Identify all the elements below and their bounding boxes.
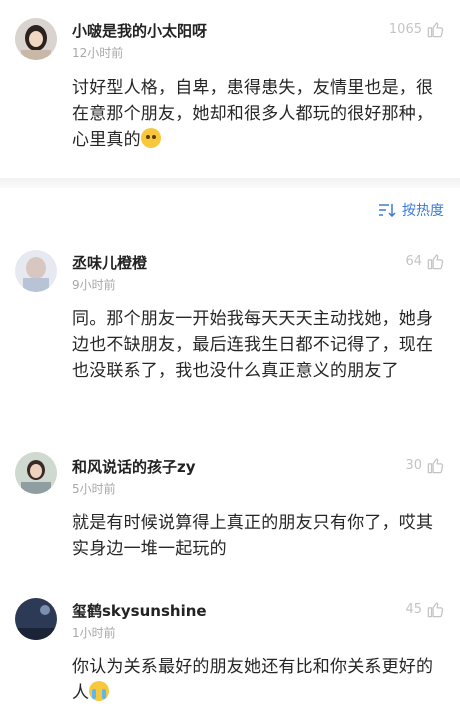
like-button[interactable]: 1065 [389, 20, 445, 39]
comment-text: 讨好型人格，自卑，患得患失，友情里也是，很在意那个朋友，她却和很多人都玩的很好那… [72, 78, 434, 150]
thumbs-up-icon [427, 254, 444, 270]
crying-emoji [89, 681, 110, 701]
timestamp: 12小时前 [72, 46, 124, 60]
username[interactable]: 和风说话的孩子zy [72, 456, 196, 477]
timestamp: 1小时前 [72, 626, 116, 640]
avatar[interactable] [15, 18, 57, 60]
thumbs-up-icon [427, 602, 444, 618]
timestamp: 5小时前 [72, 482, 116, 496]
timestamp: 9小时前 [72, 278, 116, 292]
like-button[interactable]: 64 [405, 252, 445, 271]
rolling-eyes-emoji [140, 128, 161, 148]
username[interactable]: 小啵是我的小太阳呀 [72, 20, 207, 41]
avatar[interactable] [15, 452, 57, 494]
sort-label: 按热度 [402, 203, 444, 219]
like-button[interactable]: 30 [405, 456, 445, 475]
username[interactable]: 玺鹤skysunshine [72, 600, 207, 621]
section-divider [0, 178, 460, 188]
like-count: 45 [405, 602, 422, 617]
thumbs-up-icon [427, 22, 444, 38]
like-count: 30 [405, 458, 422, 473]
avatar[interactable] [15, 250, 57, 292]
sort-by-hot-button[interactable]: 按热度 [378, 200, 444, 220]
comment-text: 就是有时候说算得上真正的朋友只有你了，哎其实身边一堆一起玩的 [72, 513, 434, 559]
comment-text: 你认为关系最好的朋友她还有比和你关系更好的人 [72, 657, 434, 703]
sort-icon [379, 204, 396, 217]
like-count: 1065 [388, 22, 422, 37]
avatar[interactable] [15, 598, 57, 640]
comment-text: 同。那个朋友一开始我每天天天主动找她，她身边也不缺朋友，最后连我生日都不记得了，… [72, 309, 434, 381]
like-count: 64 [405, 254, 422, 269]
like-button[interactable]: 45 [405, 600, 445, 619]
thumbs-up-icon [427, 458, 444, 474]
username[interactable]: 丞味儿橙橙 [72, 252, 147, 273]
